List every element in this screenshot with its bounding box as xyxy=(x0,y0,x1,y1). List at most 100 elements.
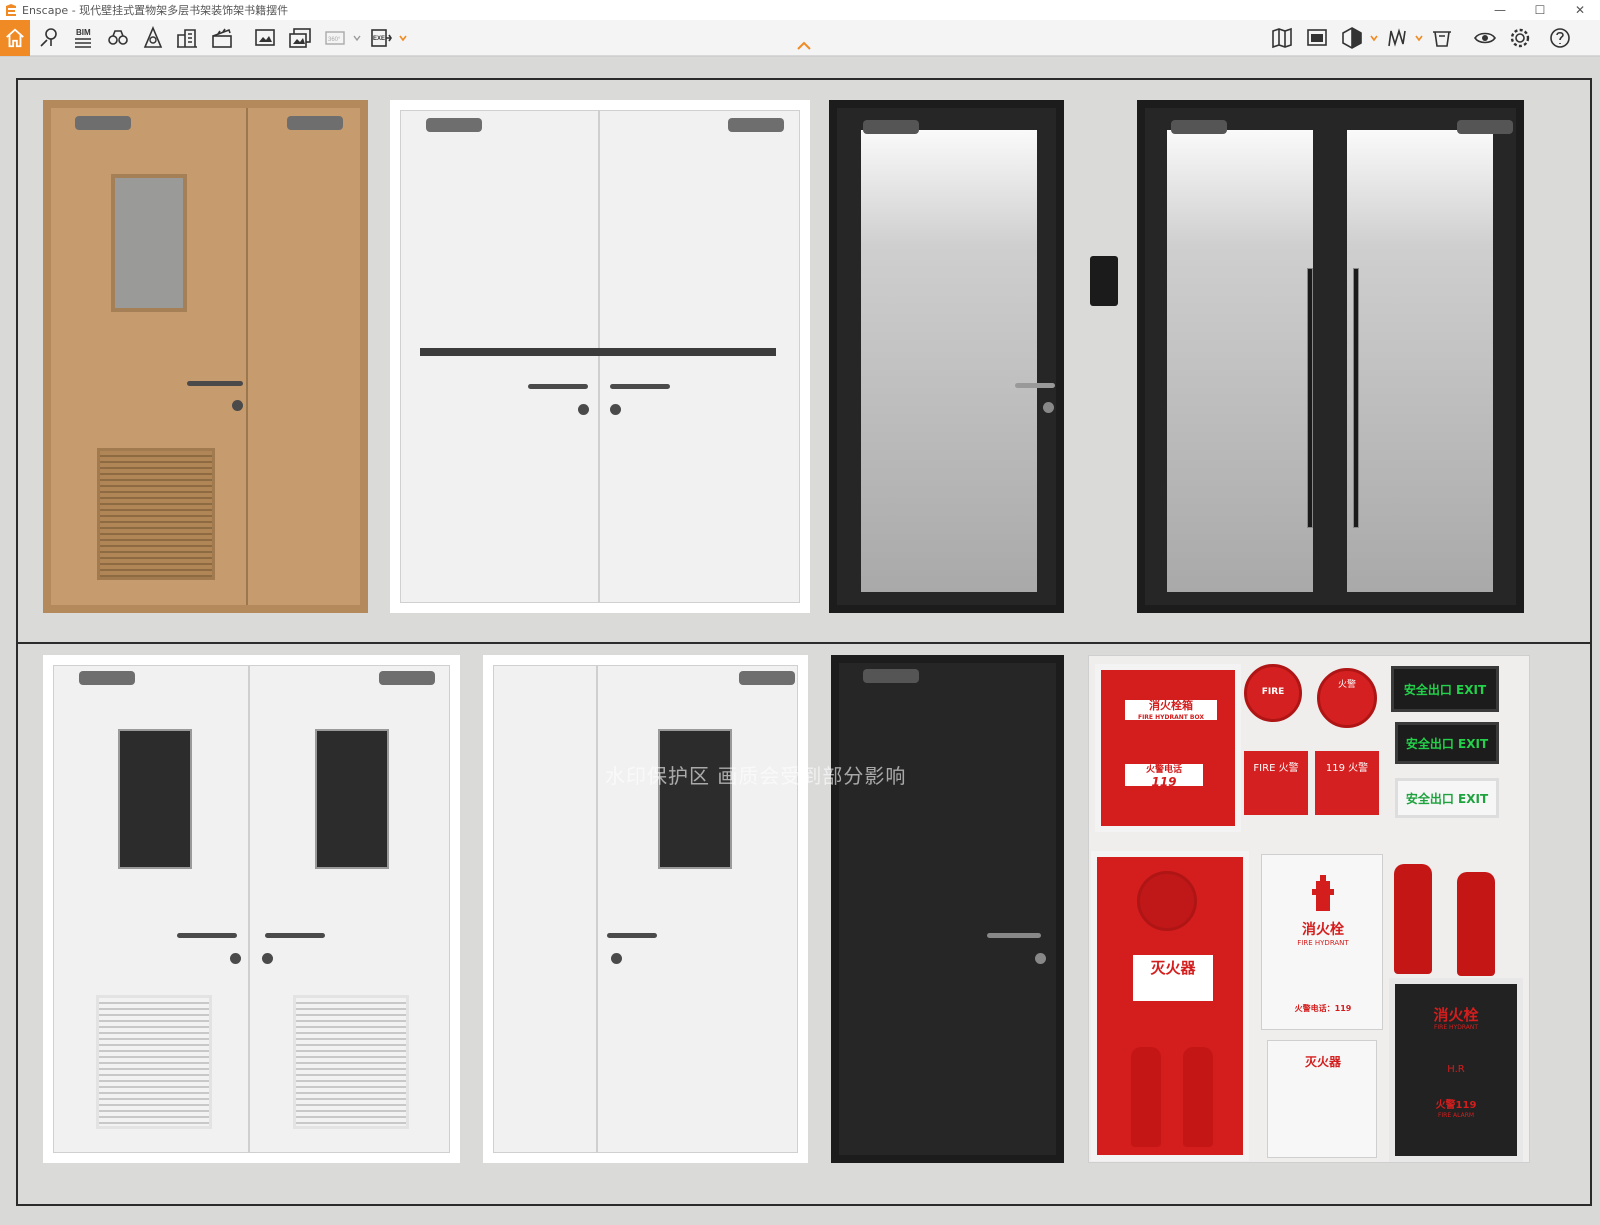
home-icon xyxy=(6,28,24,48)
alarm-phone-label: 火警电话 119 xyxy=(1123,762,1205,788)
export-dropdown-icon[interactable] xyxy=(398,33,408,43)
fire-bell: FIRE xyxy=(1244,664,1302,722)
door-glass xyxy=(1347,130,1493,592)
asset-icon xyxy=(1433,31,1451,47)
panorama-dropdown-icon[interactable] xyxy=(352,33,362,43)
views-button[interactable] xyxy=(34,23,64,53)
home-button[interactable] xyxy=(0,20,30,56)
door-closer xyxy=(75,116,131,130)
screenshot-icon xyxy=(255,29,275,46)
binoculars-icon xyxy=(108,30,128,45)
manual-call-point: 119 火警 xyxy=(1315,751,1379,815)
lock-cylinder xyxy=(578,404,589,415)
walk-mode-button[interactable] xyxy=(103,23,133,53)
fire-extinguisher xyxy=(1183,1047,1213,1147)
minimize-button[interactable]: — xyxy=(1480,0,1520,20)
library-icon xyxy=(1388,28,1406,47)
door-window xyxy=(315,729,389,869)
door-closer xyxy=(379,671,435,685)
screenshot-button[interactable] xyxy=(250,23,280,53)
board-divider xyxy=(16,642,1592,644)
door-closer xyxy=(728,118,784,132)
hydrant-icon xyxy=(1312,875,1334,911)
bim-label: BIM xyxy=(76,28,91,37)
maximize-button[interactable]: ☐ xyxy=(1520,0,1560,20)
hydrant-sub: FIRE HYDRANT xyxy=(1297,939,1349,947)
pull-handle xyxy=(1307,268,1313,528)
lock-cylinder xyxy=(232,400,243,411)
visual-settings-dropdown-icon[interactable] xyxy=(1369,33,1379,43)
vr-headset-button[interactable] xyxy=(1470,23,1500,53)
fire-extinguisher xyxy=(1394,864,1432,974)
extinguisher-sign: 灭火器 xyxy=(1267,1040,1377,1158)
exit-sign: 安全出口 EXIT xyxy=(1395,722,1499,764)
info-screen-icon xyxy=(1307,29,1327,46)
fire-alarm-button: 火警 xyxy=(1317,668,1377,728)
door-closer xyxy=(79,671,135,685)
artist-button[interactable] xyxy=(138,23,168,53)
exit-sign: 安全出口 EXIT xyxy=(1391,666,1499,712)
visual-settings-button[interactable] xyxy=(1337,23,1367,53)
fire-extinguisher xyxy=(1131,1047,1161,1147)
settings-button[interactable] xyxy=(1505,23,1535,53)
door-louver xyxy=(293,995,409,1129)
close-button[interactable]: ✕ xyxy=(1560,0,1600,20)
hose-reel xyxy=(1137,871,1197,931)
lock-cylinder xyxy=(1035,953,1046,964)
library-dropdown-icon[interactable] xyxy=(1414,33,1424,43)
clapper-icon xyxy=(212,28,232,48)
window-controls: — ☐ ✕ xyxy=(1480,0,1600,20)
door-closer xyxy=(287,116,343,130)
batch-render-icon xyxy=(289,28,311,48)
svg-text:360°: 360° xyxy=(328,37,341,43)
manual-call-point: FIRE 火警 xyxy=(1244,751,1308,815)
white-double-fire-door xyxy=(390,100,810,613)
access-keypad xyxy=(1090,256,1118,306)
help-icon xyxy=(1550,28,1570,48)
door-louver xyxy=(97,448,215,580)
door-leaf xyxy=(493,665,598,1153)
door-closer xyxy=(1171,120,1227,134)
white-mother-son-door xyxy=(483,655,808,1163)
bim-icon: BIM xyxy=(75,28,91,48)
door-leaf xyxy=(400,110,600,603)
door-handle xyxy=(987,933,1041,938)
extinguisher-label: 灭火器 xyxy=(1131,953,1215,1003)
door-handle xyxy=(610,384,670,389)
black-steel-door xyxy=(831,655,1064,1163)
door-closer xyxy=(739,671,795,685)
door-closer xyxy=(863,120,919,134)
bim-button[interactable]: BIM xyxy=(68,23,98,53)
exe-export-button[interactable]: EXE xyxy=(366,23,396,53)
door-window xyxy=(658,729,732,869)
fire-equipment-panel: 消火栓箱 FIRE HYDRANT BOX 火警电话 119 FIRE 火警 F… xyxy=(1088,655,1530,1163)
asset-library-button[interactable] xyxy=(1427,23,1457,53)
cube-icon xyxy=(1342,27,1362,49)
extinguisher-label-2: 灭火器 xyxy=(1304,1055,1341,1069)
assets-button[interactable] xyxy=(172,23,202,53)
pin-icon xyxy=(40,28,57,47)
door-glass xyxy=(1167,130,1313,592)
door-closer xyxy=(863,669,919,683)
hydrant-cabinet-phone: 火警119 xyxy=(1435,1100,1477,1111)
render-viewport[interactable]: 消火栓箱 FIRE HYDRANT BOX 火警电话 119 FIRE 火警 F… xyxy=(0,57,1600,1225)
lock-cylinder xyxy=(262,953,273,964)
material-library-button[interactable] xyxy=(1382,23,1412,53)
hydrant-cabinet-sub: FIRE HYDRANT xyxy=(1433,1024,1479,1031)
info-screen-button[interactable] xyxy=(1302,23,1332,53)
pull-handle xyxy=(1353,268,1359,528)
lock-cylinder xyxy=(611,953,622,964)
collapse-toolbar-icon[interactable] xyxy=(796,41,812,51)
buildings-icon xyxy=(177,29,197,48)
video-editor-button[interactable] xyxy=(207,23,237,53)
door-handle xyxy=(177,933,237,938)
door-louver xyxy=(96,995,212,1129)
map-button[interactable] xyxy=(1267,23,1297,53)
door-closer xyxy=(1457,120,1513,134)
fire-extinguisher xyxy=(1457,872,1495,976)
batch-render-button[interactable] xyxy=(285,23,315,53)
panorama-button[interactable]: 360° xyxy=(320,23,350,53)
help-button[interactable] xyxy=(1545,23,1575,53)
panic-bar xyxy=(420,348,776,356)
hydrant-sign: 消火栓 FIRE HYDRANT 火警电话：119 xyxy=(1261,854,1383,1030)
